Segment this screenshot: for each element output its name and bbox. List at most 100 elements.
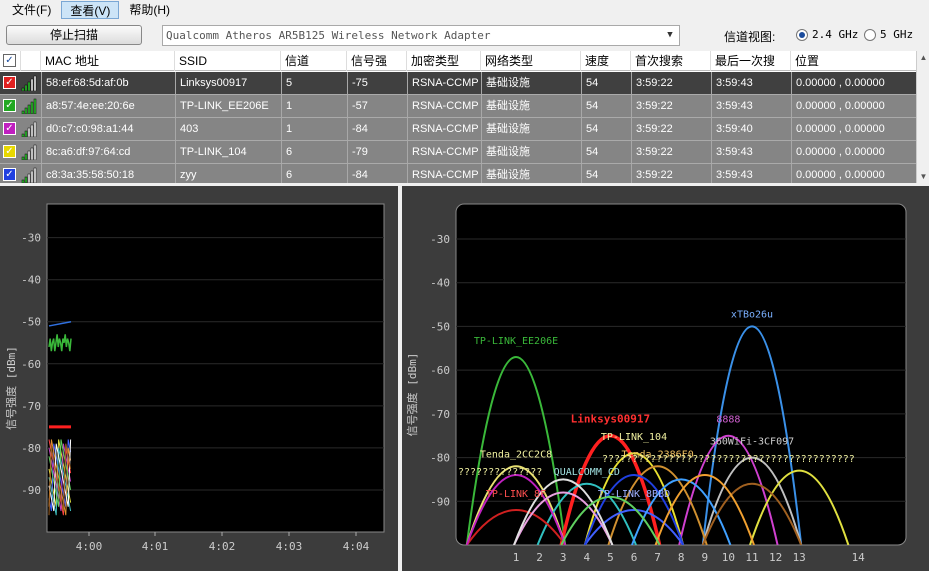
scroll-down-icon[interactable]: ▼ [917, 170, 929, 183]
x-tick-label: 4:03 [276, 540, 303, 553]
table-row[interactable]: ✓ 58:ef:68:5d:af:0b Linksys00917 5 -75 RSNA-C… [0, 72, 916, 95]
band-5-label: 5 GHz [880, 28, 914, 41]
row-checkbox-icon[interactable]: ✓ [3, 168, 16, 181]
signal-bars-icon [21, 98, 37, 114]
checkbox-checked-icon[interactable]: ✓ [3, 54, 16, 67]
row-checkbox-icon[interactable]: ✓ [3, 145, 16, 158]
signal-bars-icon [21, 144, 37, 160]
cell-position: 0.00000 , 0.00000 [791, 118, 916, 140]
chevron-down-icon: ▼ [667, 30, 673, 40]
band-5-radio[interactable]: 5 GHz [864, 28, 913, 41]
y-axis-label: 信号强度 [dBm] [4, 346, 18, 430]
cell-signal: -79 [347, 141, 407, 163]
header-ssid[interactable]: SSID [175, 51, 281, 71]
toolbar: 停止扫描 Qualcomm Atheros AR5B125 Wireless N… [0, 22, 929, 48]
cell-speed: 54 [581, 95, 631, 117]
network-label: TP-LINK_104 [601, 432, 667, 443]
x-tick-label: 3 [560, 551, 567, 564]
cell-first-seen: 3:59:22 [631, 72, 711, 94]
band-24-radio[interactable]: 2.4 GHz [796, 28, 858, 41]
header-signal[interactable]: 信号强 [347, 51, 407, 71]
network-label: Linksys00917 [571, 413, 650, 426]
row-checkbox-icon[interactable]: ✓ [3, 99, 16, 112]
header-signal-icon-col [21, 51, 41, 71]
channel-view-label: 信道视图: [724, 30, 776, 44]
cell-ssid: TP-LINK_104 [175, 141, 281, 163]
cell-mac: d0:c7:c0:98:a1:44 [41, 118, 175, 140]
cell-position: 0.00000 , 0.00000 [791, 164, 916, 183]
network-label: Tenda_2CC2C8 [480, 450, 552, 461]
y-tick-label: -50 [430, 320, 450, 333]
vertical-scrollbar[interactable]: ▲ ▼ [916, 51, 929, 183]
signal-bars-icon [21, 167, 37, 183]
table-row[interactable]: ✓ c8:3a:35:58:50:18 zyy 6 -84 RSNA-CCMP 基础设施 54… [0, 164, 916, 183]
cell-speed: 54 [581, 164, 631, 183]
cell-last-seen: 3:59:40 [711, 118, 791, 140]
x-tick-label: 7 [654, 551, 661, 564]
cell-speed: 54 [581, 118, 631, 140]
row-checkbox-icon[interactable]: ✓ [3, 122, 16, 135]
row-checkbox-icon[interactable]: ✓ [3, 76, 16, 89]
adapter-select-value: Qualcomm Atheros AR5B125 Wireless Networ… [166, 29, 491, 42]
cell-ssid: 403 [175, 118, 281, 140]
cell-encryption: RSNA-CCMP [407, 118, 481, 140]
y-tick-label: -80 [21, 442, 41, 455]
header-channel[interactable]: 信道 [281, 51, 347, 71]
header-encryption[interactable]: 加密类型 [407, 51, 481, 71]
scroll-up-icon[interactable]: ▲ [917, 51, 929, 64]
x-tick-label: 10 [722, 551, 735, 564]
header-position[interactable]: 位置 [791, 51, 916, 71]
band-24-label: 2.4 GHz [812, 28, 859, 41]
cell-channel: 5 [281, 72, 347, 94]
cell-mac: 58:ef:68:5d:af:0b [41, 72, 175, 94]
header-network-type[interactable]: 网络类型 [481, 51, 581, 71]
cell-network-type: 基础设施 [481, 164, 581, 183]
x-tick-label: 5 [607, 551, 614, 564]
x-tick-label: 12 [769, 551, 782, 564]
y-axis-label: 信号强度 [dBm] [405, 353, 419, 437]
cell-speed: 54 [581, 72, 631, 94]
header-select-all[interactable]: ✓ [0, 51, 21, 71]
x-tick-label: 6 [631, 551, 638, 564]
plot-area [46, 203, 385, 533]
header-speed[interactable]: 速度 [581, 51, 631, 71]
signal-bars-icon [21, 75, 37, 91]
cell-channel: 1 [281, 118, 347, 140]
network-label: ?????????????? [458, 467, 542, 478]
adapter-select[interactable]: Qualcomm Atheros AR5B125 Wireless Networ… [162, 25, 680, 46]
network-label: QUALCOMM_CD [554, 467, 620, 478]
cell-speed: 54 [581, 141, 631, 163]
y-tick-label: -50 [21, 316, 41, 329]
cell-first-seen: 3:59:22 [631, 164, 711, 183]
table-row[interactable]: ✓ d0:c7:c0:98:a1:44 403 1 -84 RSNA-CCMP 基础设施 54… [0, 118, 916, 141]
table-row[interactable]: ✓ a8:57:4e:ee:20:6e TP-LINK_EE206E 1 -57 RSNA… [0, 95, 916, 118]
cell-channel: 6 [281, 141, 347, 163]
y-tick-label: -90 [21, 484, 41, 497]
menu-bar: 文件(F) 查看(V) 帮助(H) [0, 0, 929, 20]
channel-view-panel: -30 -40 -50 -60 -70 -80 -90 1 2 3 4 5 6 7 8 9 10 11 12 13 14… [402, 186, 929, 571]
radio-unselected-icon [864, 28, 876, 41]
cell-position: 0.00000 , 0.00000 [791, 141, 916, 163]
cell-mac: a8:57:4e:ee:20:6e [41, 95, 175, 117]
x-tick-label: 13 [793, 551, 806, 564]
network-label: TP-LINK_EE206E [474, 336, 558, 347]
table-row[interactable]: ✓ 8c:a6:df:97:64:cd TP-LINK_104 6 -79 RSNA-CC… [0, 141, 916, 164]
menu-view[interactable]: 查看(V) [61, 1, 120, 19]
menu-help[interactable]: 帮助(H) [121, 1, 178, 19]
cell-encryption: RSNA-CCMP [407, 141, 481, 163]
cell-signal: -84 [347, 164, 407, 183]
cell-position: 0.00000 , 0.00000 [791, 72, 916, 94]
cell-ssid: TP-LINK_EE206E [175, 95, 281, 117]
signal-history-chart: -30 -40 -50 -60 -70 -80 -90 4:00 4:01 4:02 4:03 4:0… [4, 203, 385, 553]
stop-scan-button[interactable]: 停止扫描 [6, 25, 142, 45]
cell-channel: 1 [281, 95, 347, 117]
header-mac[interactable]: MAC 地址 [41, 51, 175, 71]
cell-network-type: 基础设施 [481, 72, 581, 94]
y-tick-label: -90 [430, 495, 450, 508]
menu-file[interactable]: 文件(F) [4, 1, 59, 19]
cell-signal: -57 [347, 95, 407, 117]
header-last-seen[interactable]: 最后一次搜 [711, 51, 791, 71]
y-tick-label: -30 [21, 232, 41, 245]
network-label: 8888 [716, 415, 740, 426]
header-first-seen[interactable]: 首次搜索 [631, 51, 711, 71]
